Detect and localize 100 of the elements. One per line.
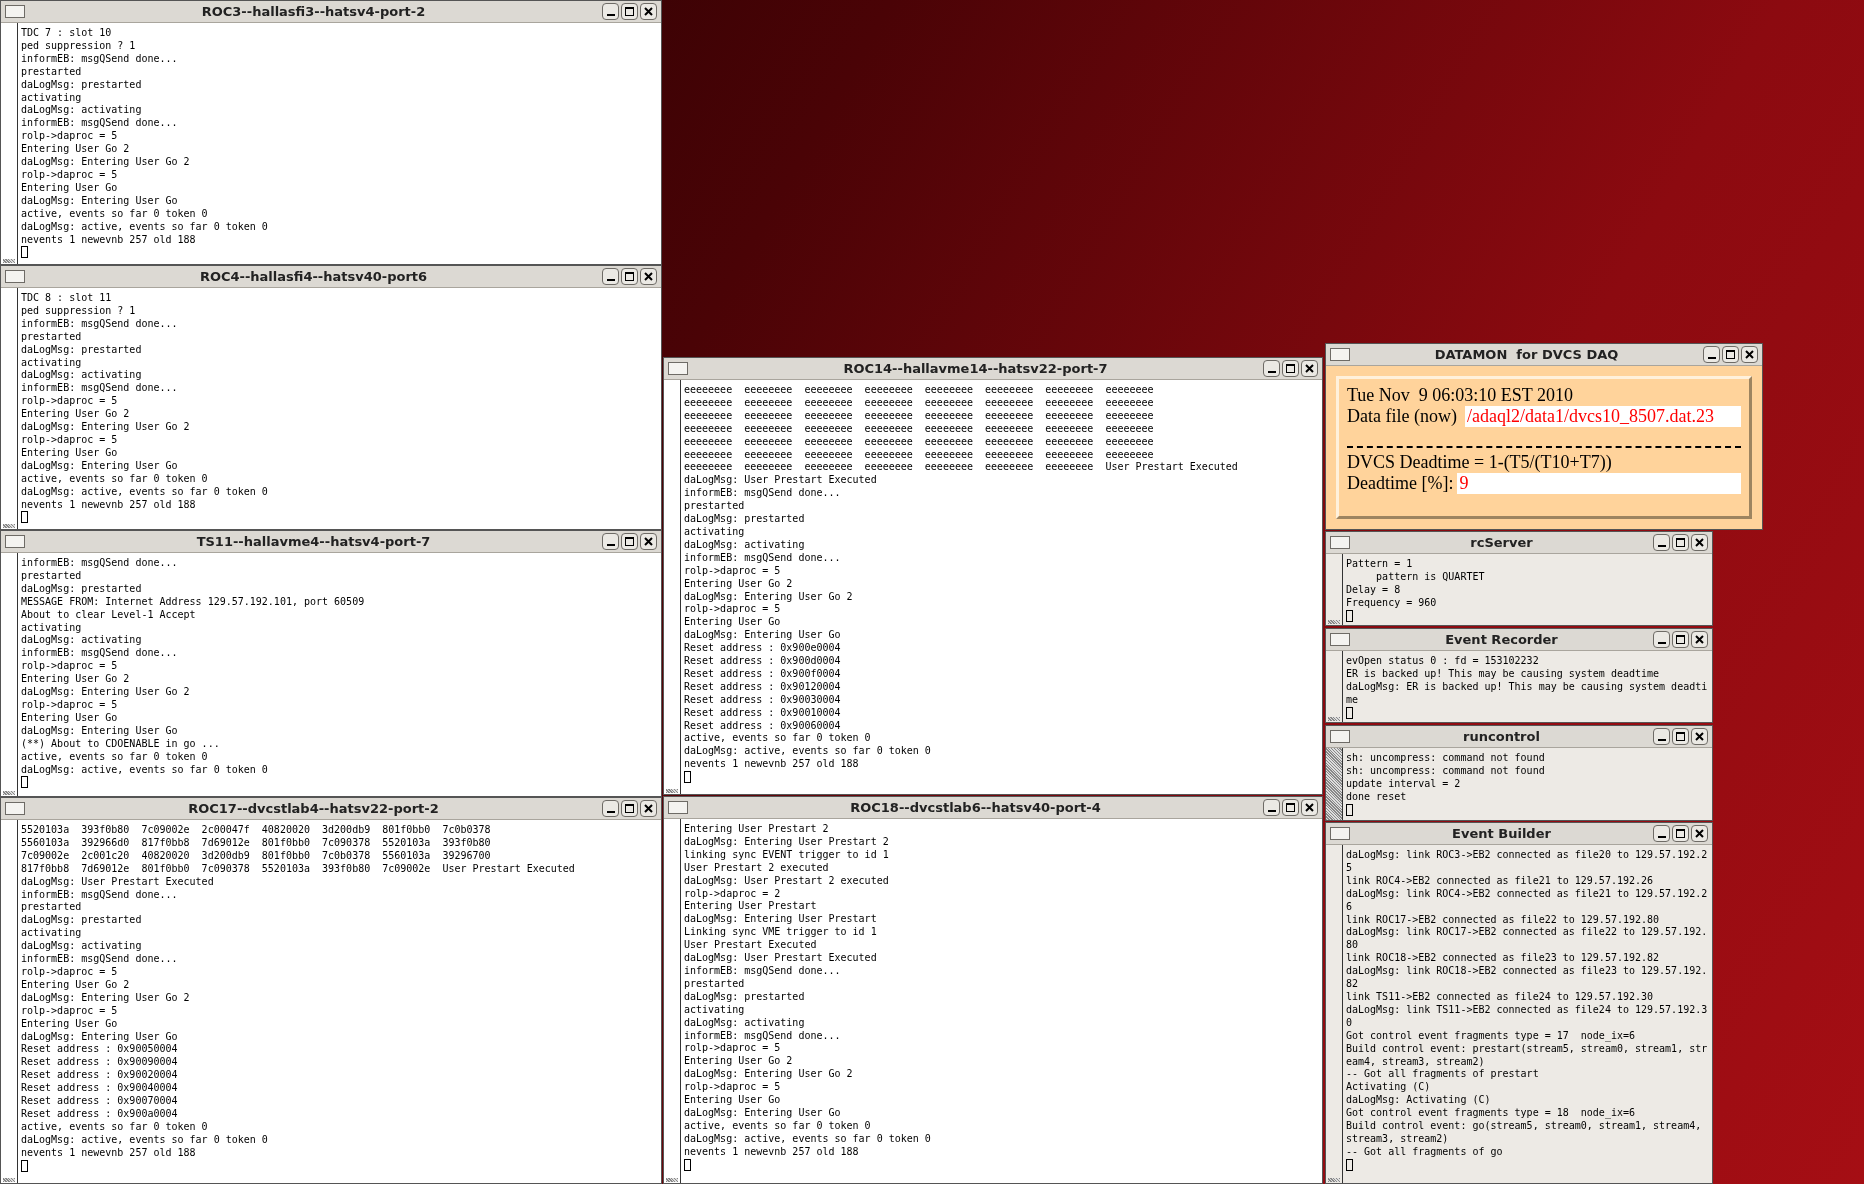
close-button[interactable] [640,268,657,285]
minimize-button[interactable] [602,800,619,817]
scrollbar[interactable] [1326,748,1343,820]
window-menu-icon[interactable] [1330,536,1350,549]
scrollbar[interactable] [1326,554,1343,625]
terminal-line: stream3, stream2) [1346,1132,1450,1146]
terminal-line: prestarted [684,500,746,514]
window-menu-icon[interactable] [1330,633,1350,646]
close-button[interactable] [1741,346,1758,363]
terminal-line: daLogMsg: Entering User Prestart [684,913,878,927]
maximize-button[interactable] [621,3,638,20]
cursor [21,246,28,259]
terminal-line: Reset address : 0x900d0004 [684,655,842,668]
scrollbar[interactable] [1,820,18,1183]
scroll-thumb[interactable] [3,791,15,795]
close-button[interactable] [640,533,657,550]
minimize-button[interactable] [1653,534,1670,551]
minimize-button[interactable] [1263,360,1280,377]
maximize-icon [1676,829,1685,838]
minimize-button[interactable] [1703,346,1720,363]
window-menu-icon[interactable] [5,535,25,548]
scroll-thumb[interactable] [3,524,15,528]
terminal-line: eam4, stream3, stream2) [1346,1055,1486,1069]
scroll-thumb[interactable] [666,789,678,793]
terminal-line: eeeeeeee eeeeeeee eeeeeeee eeeeeeee eeeeeeee eeeeeeee eeeeeeee eeeeeeee [684,384,1155,397]
terminal-line: Entering User Go [21,711,119,725]
terminal-line: rolp->daproc = 5 [684,603,782,617]
terminal-line: rolp->daproc = 5 [21,130,119,144]
maximize-button[interactable] [1672,825,1689,842]
file-value-field: /adaql2/data1/dvcs10_8507.dat.23 [1464,406,1741,427]
terminal-line: Activating (C) [1346,1081,1432,1095]
maximize-button[interactable] [1672,534,1689,551]
maximize-button[interactable] [1722,346,1739,363]
scroll-thumb[interactable] [1328,620,1340,624]
window-title: Event Builder [1451,824,1552,843]
scrollbar[interactable] [1326,845,1343,1183]
maximize-button[interactable] [1282,799,1299,816]
scrollbar[interactable] [1326,651,1343,722]
scroll-thumb[interactable] [3,1178,15,1182]
window-menu-icon[interactable] [5,270,25,283]
window-menu-icon[interactable] [668,801,688,814]
maximize-button[interactable] [1672,728,1689,745]
terminal-line: daLogMsg: Activating (C) [1346,1094,1492,1108]
maximize-button[interactable] [621,800,638,817]
close-button[interactable] [1301,799,1318,816]
close-icon [1695,538,1704,547]
close-button[interactable] [1691,534,1708,551]
terminal-line: active, events so far 0 token 0 [21,750,209,764]
terminal-line: rolp->daproc = 5 [684,1042,782,1056]
maximize-button[interactable] [1282,360,1299,377]
window-menu-icon[interactable] [668,362,688,375]
maximize-icon [1676,732,1685,741]
maximize-button[interactable] [1672,631,1689,648]
terminal-line: daLogMsg: activating [684,1016,806,1030]
terminal-line: Entering User Go 2 [684,1055,794,1069]
minimize-button[interactable] [1653,728,1670,745]
close-icon [644,272,653,281]
window-menu-icon[interactable] [5,5,25,18]
scroll-thumb[interactable] [3,259,15,263]
minimize-button[interactable] [602,268,619,285]
terminal-line: daLogMsg: Entering User Go [21,1030,179,1044]
scrollbar[interactable] [664,380,681,794]
maximize-button[interactable] [621,533,638,550]
close-button[interactable] [640,800,657,817]
terminal-line: informEB: msgQSend done... [684,551,842,565]
scrollbar[interactable] [1,553,18,796]
scroll-thumb[interactable] [666,1178,678,1182]
cursor [21,1159,28,1172]
window-menu-icon[interactable] [5,802,25,815]
close-button[interactable] [640,3,657,20]
terminal-line: daLogMsg: User Prestart 2 executed [684,874,890,888]
minimize-button[interactable] [602,533,619,550]
terminal-line: informEB: msgQSend done... [684,1029,842,1043]
terminal-line: daLogMsg: active, events so far 0 token 0 [684,745,932,759]
close-button[interactable] [1691,825,1708,842]
scrollbar[interactable] [1,23,18,264]
scroll-thumb[interactable] [1328,1178,1340,1182]
scrollbar[interactable] [1,288,18,529]
terminal-line: daLogMsg: activating [21,634,143,648]
minimize-button[interactable] [1653,825,1670,842]
terminal-line: Entering User Go 2 [21,978,131,992]
minimize-button[interactable] [1653,631,1670,648]
close-button[interactable] [1301,360,1318,377]
window-menu-icon[interactable] [1330,730,1350,743]
minimize-button[interactable] [1263,799,1280,816]
window-menu-icon[interactable] [1330,827,1350,840]
terminal-line: Reset address : 0x90030004 [684,693,842,707]
terminal-line: Pattern = 1 [1346,558,1414,571]
terminal-line: Reset address : 0x90040004 [21,1082,179,1096]
scroll-thumb[interactable] [1328,717,1340,721]
deadtime-formula: DVCS Deadtime = 1-(T5/(T10+T7)) [1347,452,1613,473]
terminal-line: daLogMsg: active, events so far 0 token 0 [21,220,268,234]
maximize-button[interactable] [621,268,638,285]
window-menu-icon[interactable] [1330,348,1350,361]
minimize-button[interactable] [602,3,619,20]
close-button[interactable] [1691,728,1708,745]
terminal-line: Reset address : 0x90050004 [21,1043,179,1057]
scrollbar[interactable] [664,819,681,1183]
close-button[interactable] [1691,631,1708,648]
minimize-icon [1657,642,1666,644]
